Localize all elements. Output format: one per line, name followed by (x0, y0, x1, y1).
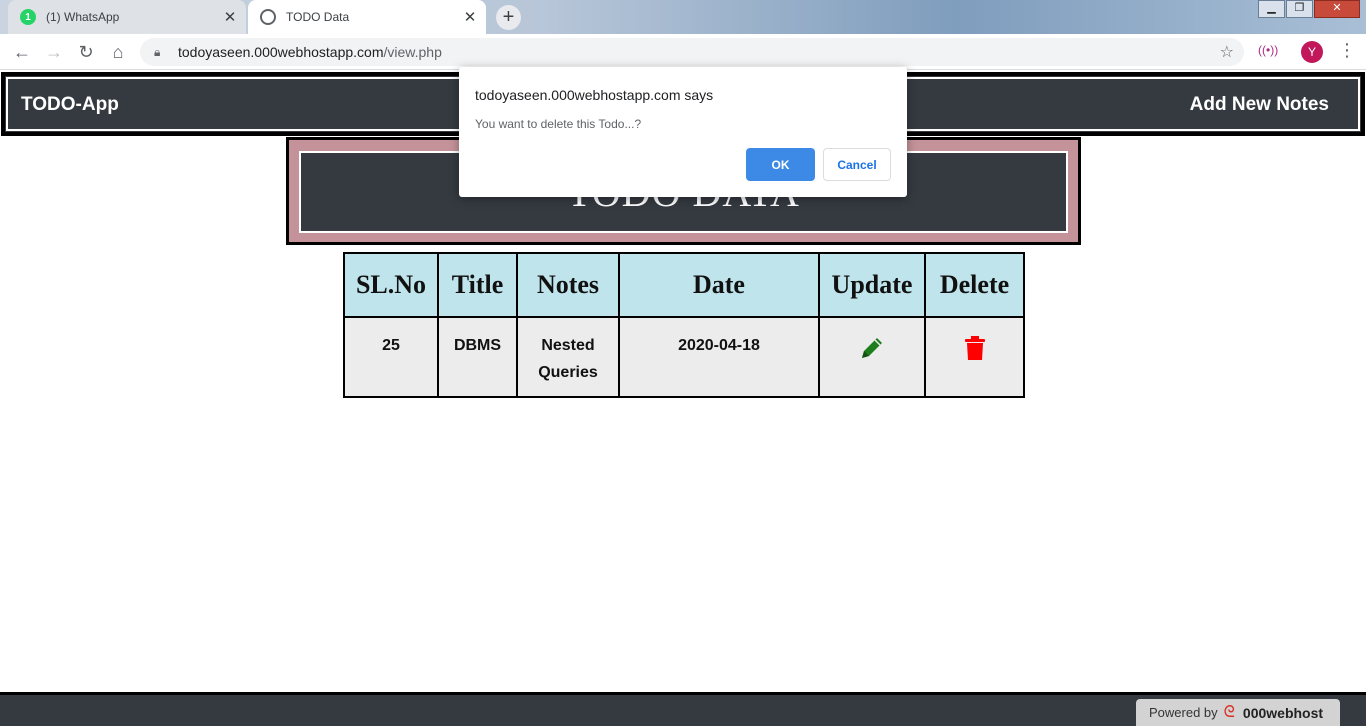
more-menu-icon[interactable]: ⋮ (1338, 40, 1356, 61)
restore-button[interactable]: ❐ (1286, 0, 1313, 18)
profile-avatar[interactable]: Y (1301, 41, 1323, 63)
forward-arrow-icon[interactable]: → (42, 40, 66, 64)
brand-link[interactable]: TODO-App (21, 94, 119, 116)
column-header: Title (437, 252, 518, 318)
add-new-notes-link[interactable]: Add New Notes (1190, 94, 1329, 116)
tab-todo-data[interactable]: TODO Data ✕ (248, 0, 486, 34)
back-arrow-icon[interactable]: ← (10, 40, 34, 64)
pencil-icon[interactable] (858, 334, 886, 362)
close-icon[interactable]: ✕ (460, 8, 480, 26)
todo-table: SL.No Title Notes Date Update Delete 25 … (343, 252, 1025, 398)
host-name: 000webhost (1242, 704, 1324, 721)
column-header: Delete (924, 252, 1025, 318)
cell-delete (924, 316, 1025, 398)
cell-sl-no: 25 (343, 316, 439, 398)
webhost-logo-icon: ᘓ (1223, 703, 1235, 721)
minimize-button[interactable]: ▁ (1258, 0, 1285, 18)
table-row: 25 DBMS Nested Queries 2020-04-18 (343, 316, 1025, 398)
powered-by-label: Powered by (1149, 705, 1218, 720)
bookmark-star-icon[interactable]: ☆ (1220, 42, 1234, 62)
globe-icon (260, 9, 276, 25)
whatsapp-icon: 1 (20, 9, 36, 25)
tab-title: (1) WhatsApp (46, 10, 120, 24)
dialog-origin: todoyaseen.000webhostapp.com says (475, 87, 714, 103)
home-icon[interactable]: ⌂ (106, 40, 130, 64)
tab-strip: 1 (1) WhatsApp ✕ TODO Data ✕ + ▁ ❐ ✕ (0, 0, 1366, 34)
cell-update (818, 316, 926, 398)
window-close-button[interactable]: ✕ (1314, 0, 1360, 18)
url-host: todoyaseen.000webhostapp.com (178, 44, 384, 60)
dialog-message: You want to delete this Todo...? (475, 117, 642, 131)
column-header: Update (818, 252, 926, 318)
ok-button[interactable]: OK (746, 148, 815, 181)
column-header: Notes (516, 252, 620, 318)
cell-notes: Nested Queries (516, 316, 620, 398)
column-header: Date (618, 252, 820, 318)
url-path: /view.php (383, 44, 442, 60)
reload-icon[interactable]: ↻ (74, 40, 98, 64)
tab-whatsapp[interactable]: 1 (1) WhatsApp ✕ (8, 0, 246, 34)
address-bar[interactable]: 🔒︎ todoyaseen.000webhostapp.com/view.php… (140, 38, 1244, 66)
cancel-button[interactable]: Cancel (823, 148, 891, 181)
cell-date: 2020-04-18 (618, 316, 820, 398)
notes-line: Nested (541, 337, 595, 354)
cell-title: DBMS (437, 316, 518, 398)
close-icon[interactable]: ✕ (220, 8, 240, 26)
new-tab-button[interactable]: + (496, 5, 521, 30)
tab-title: TODO Data (286, 10, 350, 24)
lock-icon: 🔒︎ (154, 44, 161, 59)
table-header-row: SL.No Title Notes Date Update Delete (343, 252, 1025, 318)
column-header: SL.No (343, 252, 439, 318)
powered-by-badge[interactable]: Powered by ᘓ 000webhost (1136, 699, 1340, 726)
browser-toolbar: ← → ↻ ⌂ 🔒︎ todoyaseen.000webhostapp.com /… (0, 34, 1366, 70)
confirm-dialog: todoyaseen.000webhostapp.com says You wa… (459, 67, 907, 197)
notes-line: Queries (538, 364, 598, 381)
window-controls: ▁ ❐ ✕ (1257, 0, 1360, 18)
trash-icon[interactable] (963, 334, 987, 362)
cast-extension-icon[interactable]: ((•)) (1258, 43, 1278, 57)
